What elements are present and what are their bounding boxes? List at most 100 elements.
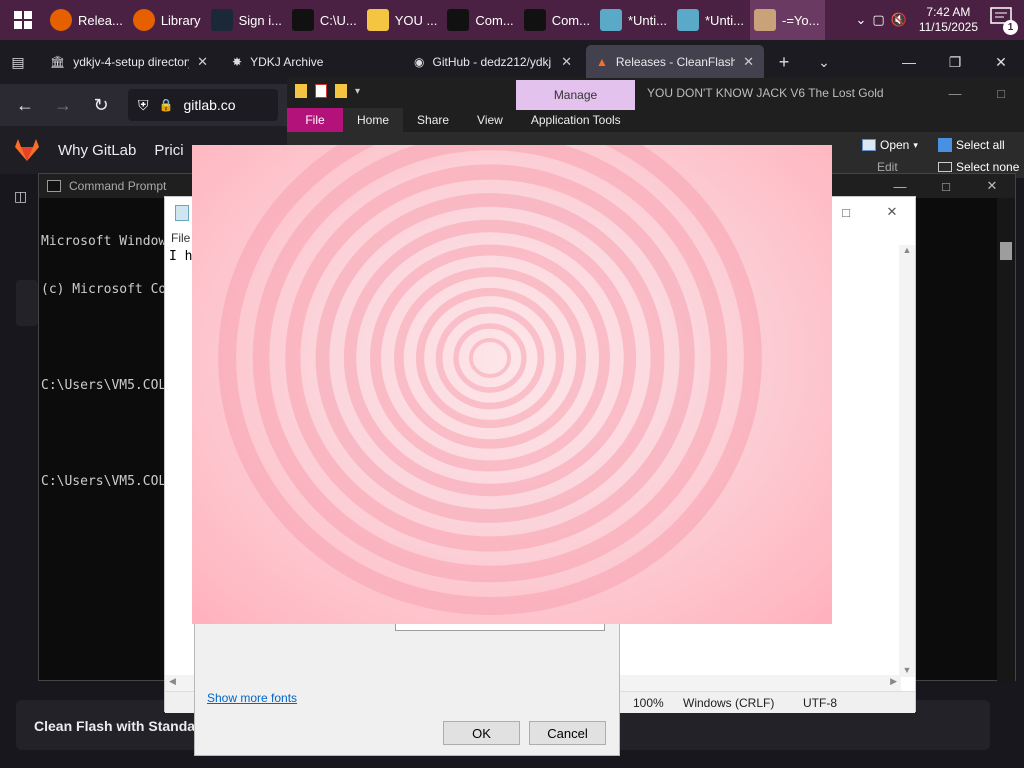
taskbar-item[interactable]: Relea... xyxy=(46,0,129,40)
explorer-title: YOU DON'T KNOW JACK V6 The Lost Gold xyxy=(647,86,884,100)
taskbar: Relea... Library Sign i... C:\U... YOU ... Co… xyxy=(0,0,1024,40)
lock-icon[interactable]: 🔒 xyxy=(159,98,174,112)
open-button[interactable]: Open ▾ xyxy=(862,138,918,152)
reload-icon[interactable]: ↻ xyxy=(90,95,112,116)
clock-date: 11/15/2025 xyxy=(918,20,978,34)
minimize-icon[interactable]: — xyxy=(877,174,923,198)
select-none-label: Select none xyxy=(956,160,1020,174)
cmd-icon xyxy=(47,180,61,192)
back-icon[interactable]: ← xyxy=(14,95,36,116)
ok-button[interactable]: OK xyxy=(443,721,520,745)
taskbar-item[interactable]: Library xyxy=(129,0,207,40)
maximize-icon[interactable]: □ xyxy=(978,78,1024,108)
address-bar[interactable]: ⛨ 🔒 gitlab.co xyxy=(128,89,278,121)
close-icon[interactable]: ✕ xyxy=(969,174,1015,198)
notepad-text[interactable]: I h xyxy=(169,249,192,264)
volume-muted-icon[interactable]: 🔇 xyxy=(891,12,907,28)
notification-button[interactable]: 1 xyxy=(990,7,1018,35)
taskbar-item[interactable]: YOU ... xyxy=(363,0,444,40)
taskbar-item-label: *Unti... xyxy=(627,12,667,28)
start-button[interactable] xyxy=(0,0,46,40)
properties-icon[interactable] xyxy=(315,84,327,98)
close-icon[interactable]: ✕ xyxy=(197,54,208,70)
archive-icon: ✸ xyxy=(232,55,243,69)
tab-overflow-icon[interactable]: ⌄ xyxy=(804,54,844,71)
browser-tab-active[interactable]: ▲ Releases - CleanFlash / ✕ xyxy=(586,45,764,79)
tab-label: GitHub - dedz212/ydkj xyxy=(432,55,552,69)
taskbar-item[interactable]: Com... xyxy=(520,0,596,40)
cmd-icon xyxy=(523,9,546,31)
scroll-left-icon[interactable]: ◀ xyxy=(169,676,176,687)
taskbar-item-label: YOU ... xyxy=(394,12,438,28)
taskbar-item-label: Com... xyxy=(551,12,590,28)
taskbar-item[interactable]: Sign i... xyxy=(207,0,288,40)
nav-pricing[interactable]: Prici xyxy=(154,142,183,159)
sidebar-toggle-icon[interactable]: ◫ xyxy=(14,188,27,205)
select-none-button[interactable]: Select none xyxy=(938,160,1019,174)
taskbar-item-label: Library xyxy=(160,12,201,28)
taskbar-item[interactable]: *Unti... xyxy=(596,0,673,40)
cmd-title: Command Prompt xyxy=(69,179,167,193)
taskbar-item-label: *Unti... xyxy=(705,12,745,28)
7zip-icon xyxy=(291,9,314,31)
close-icon[interactable]: ✕ xyxy=(743,54,754,70)
taskbar-item-label: C:\U... xyxy=(319,12,357,28)
tab-home[interactable]: Home xyxy=(343,108,404,132)
close-icon[interactable]: ✕ xyxy=(561,54,572,70)
url-text: gitlab.co xyxy=(183,97,236,113)
tab-file[interactable]: File xyxy=(287,108,343,132)
menu-file[interactable]: File xyxy=(171,231,190,245)
scroll-down-icon[interactable]: ▼ xyxy=(899,665,915,675)
notepad-icon xyxy=(677,9,699,31)
ring xyxy=(343,219,637,497)
clock[interactable]: 7:42 AM 11/15/2025 xyxy=(913,5,984,35)
archive-icon: 🏛 xyxy=(50,55,66,69)
tab-view[interactable]: View xyxy=(463,108,517,132)
ring xyxy=(370,244,610,472)
scroll-up-icon[interactable]: ▲ xyxy=(899,245,915,255)
tab-application-tools[interactable]: Application Tools xyxy=(517,108,635,132)
taskbar-item-label: Com... xyxy=(475,12,514,28)
tab-share[interactable]: Share xyxy=(403,108,463,132)
ring xyxy=(468,338,512,378)
tab-list-icon[interactable]: ▤ xyxy=(0,54,36,71)
shield-icon[interactable]: ⛨ xyxy=(138,97,149,114)
chevron-up-icon[interactable]: ⌄ xyxy=(855,12,866,28)
cancel-button[interactable]: Cancel xyxy=(529,721,606,745)
new-tab-icon[interactable]: + xyxy=(764,52,804,73)
browser-tab[interactable]: 🏛 ydkjv-4-setup directory ✕ xyxy=(40,45,218,79)
release-card-title: Clean Flash with Standa xyxy=(34,718,196,734)
pink-spiral-overlay[interactable] xyxy=(192,145,832,624)
gitlab-icon: ▲ xyxy=(596,55,608,69)
browser-tab[interactable]: ✸ YDKJ Archive xyxy=(222,45,400,79)
tab-manage[interactable]: Manage xyxy=(516,80,635,110)
select-all-button[interactable]: Select all xyxy=(938,138,1005,152)
network-icon[interactable]: ▢ xyxy=(872,12,884,28)
browser-tab[interactable]: ◉ GitHub - dedz212/ydkj ✕ xyxy=(404,45,582,79)
taskbar-item[interactable]: -=Yo... xyxy=(750,0,826,40)
close-icon[interactable]: ✕ xyxy=(869,197,915,227)
forward-icon[interactable]: → xyxy=(52,95,74,116)
notepad-vscrollbar[interactable]: ▲ ▼ xyxy=(899,245,915,677)
new-folder-icon[interactable] xyxy=(335,84,347,98)
taskbar-item[interactable]: Com... xyxy=(443,0,519,40)
status-encoding: UTF-8 xyxy=(803,696,837,710)
show-more-fonts-link[interactable]: Show more fonts xyxy=(207,691,297,705)
taskbar-item[interactable]: *Unti... xyxy=(673,0,750,40)
scroll-right-icon[interactable]: ▶ xyxy=(890,676,897,687)
taskbar-item-label: Sign i... xyxy=(238,12,282,28)
steam-icon xyxy=(210,9,233,31)
github-icon: ◉ xyxy=(414,55,425,69)
minimize-icon[interactable]: — xyxy=(932,78,978,108)
cmd-scrollbar[interactable] xyxy=(997,198,1015,682)
maximize-icon[interactable]: □ xyxy=(923,174,969,198)
gitlab-logo-icon[interactable] xyxy=(14,138,40,162)
folder-icon[interactable] xyxy=(295,84,307,98)
taskbar-item-label: Relea... xyxy=(78,12,123,28)
nav-why-gitlab[interactable]: Why GitLab xyxy=(58,142,136,159)
chevron-down-icon[interactable]: ▾ xyxy=(355,86,360,97)
taskbar-item[interactable]: C:\U... xyxy=(288,0,363,40)
status-line-ending: Windows (CRLF) xyxy=(683,696,775,710)
edit-button[interactable]: Edit xyxy=(877,160,898,174)
cmd-scroll-thumb[interactable] xyxy=(1000,242,1012,260)
